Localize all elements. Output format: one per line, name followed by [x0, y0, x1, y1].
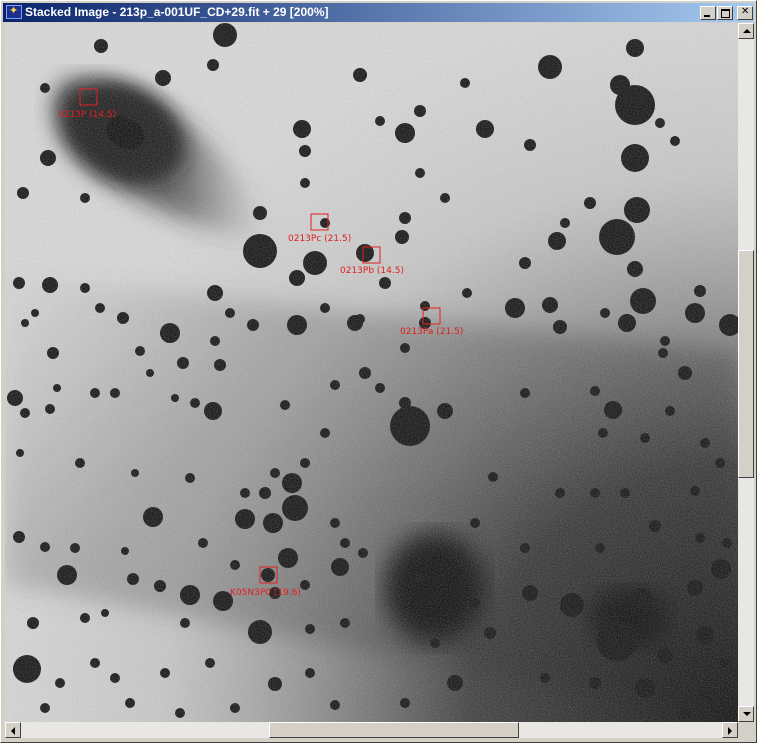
marker-label: 0213Pc (21.5)	[288, 234, 351, 244]
up-arrow-icon	[743, 29, 751, 33]
vertical-scrollbar[interactable]	[738, 23, 754, 722]
marker-label: 0213P (14.5)	[58, 110, 116, 120]
resize-grip[interactable]	[738, 722, 754, 738]
vertical-scroll-thumb[interactable]	[738, 249, 754, 478]
down-arrow-icon	[743, 712, 751, 716]
image-viewport[interactable]: 0213P (14.5) 0213Pc (21.5) 0213Pb (14.5) 02…	[5, 23, 738, 722]
horizontal-scrollbar[interactable]	[5, 722, 738, 738]
scroll-left-button[interactable]	[5, 722, 21, 738]
horizontal-scroll-thumb[interactable]	[269, 722, 520, 738]
sensor-noise	[5, 23, 738, 722]
scroll-up-button[interactable]	[738, 23, 754, 39]
scroll-right-button[interactable]	[722, 722, 738, 738]
app-icon[interactable]	[6, 4, 22, 19]
close-button[interactable]	[737, 6, 753, 20]
marker-label: 0213Pa (21.5)	[400, 327, 463, 337]
minimize-button[interactable]	[700, 6, 716, 20]
window-title: Stacked Image - 213p_a-001UF_CD+29.fit +…	[25, 5, 329, 19]
stacked-image-window: Stacked Image - 213p_a-001UF_CD+29.fit +…	[0, 0, 757, 743]
right-arrow-icon	[728, 727, 732, 735]
marker-label: K05N3P0 (19.6)	[230, 588, 301, 598]
scroll-down-button[interactable]	[738, 706, 754, 722]
title-bar[interactable]: Stacked Image - 213p_a-001UF_CD+29.fit +…	[3, 3, 754, 22]
marker-label: 0213Pb (14.5)	[340, 266, 404, 276]
star-field-image[interactable]: 0213P (14.5) 0213Pc (21.5) 0213Pb (14.5) 02…	[5, 23, 738, 722]
maximize-button[interactable]	[717, 6, 733, 20]
left-arrow-icon	[11, 727, 15, 735]
